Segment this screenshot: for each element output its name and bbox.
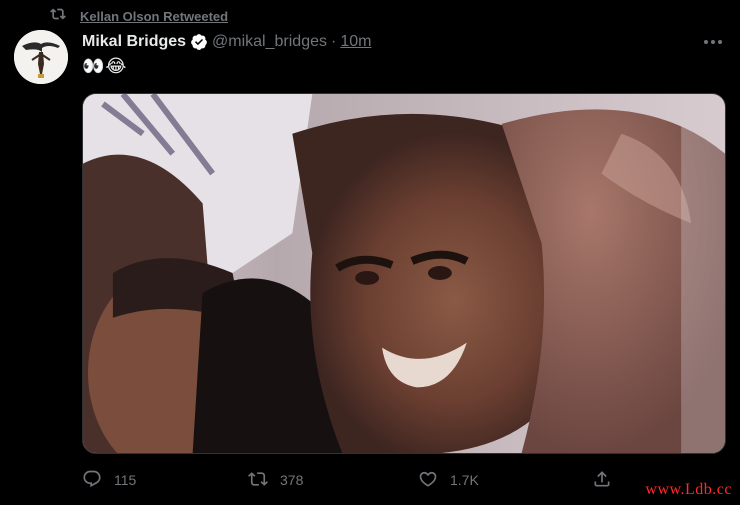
like-button[interactable]: 1.7K: [418, 466, 479, 494]
retweeted-by-link[interactable]: Kellan Olson Retweeted: [80, 9, 228, 24]
site-watermark: www.Ldb.cc: [645, 481, 732, 498]
tweet-media-image[interactable]: [82, 93, 726, 454]
author-handle[interactable]: @mikal_bridges: [212, 33, 327, 51]
share-icon: [592, 469, 612, 492]
retweet-count: 378: [280, 472, 304, 488]
retweet-action-icon: [248, 469, 268, 492]
retweet-icon: [50, 6, 66, 27]
avatar[interactable]: [14, 30, 68, 84]
retweet-button[interactable]: 378: [248, 466, 303, 494]
tweet-header: Mikal Bridges @mikal_bridges · 10m: [82, 31, 371, 53]
reply-count: 115: [114, 472, 137, 488]
reply-icon: [82, 469, 102, 492]
tweet-text: 👀😂: [82, 56, 128, 76]
reply-button[interactable]: 115: [82, 466, 136, 494]
more-options-icon[interactable]: [702, 34, 724, 50]
author-name[interactable]: Mikal Bridges: [82, 33, 186, 51]
retweet-context: Kellan Olson Retweeted: [50, 6, 228, 26]
share-button[interactable]: [592, 466, 612, 494]
tweet-timestamp[interactable]: 10m: [340, 33, 371, 51]
tweet-actions: 115 378 1.7K: [82, 466, 617, 494]
heart-icon: [418, 469, 438, 492]
verified-badge-icon: [190, 33, 208, 51]
like-count: 1.7K: [450, 472, 479, 488]
separator-dot: ·: [330, 33, 337, 50]
